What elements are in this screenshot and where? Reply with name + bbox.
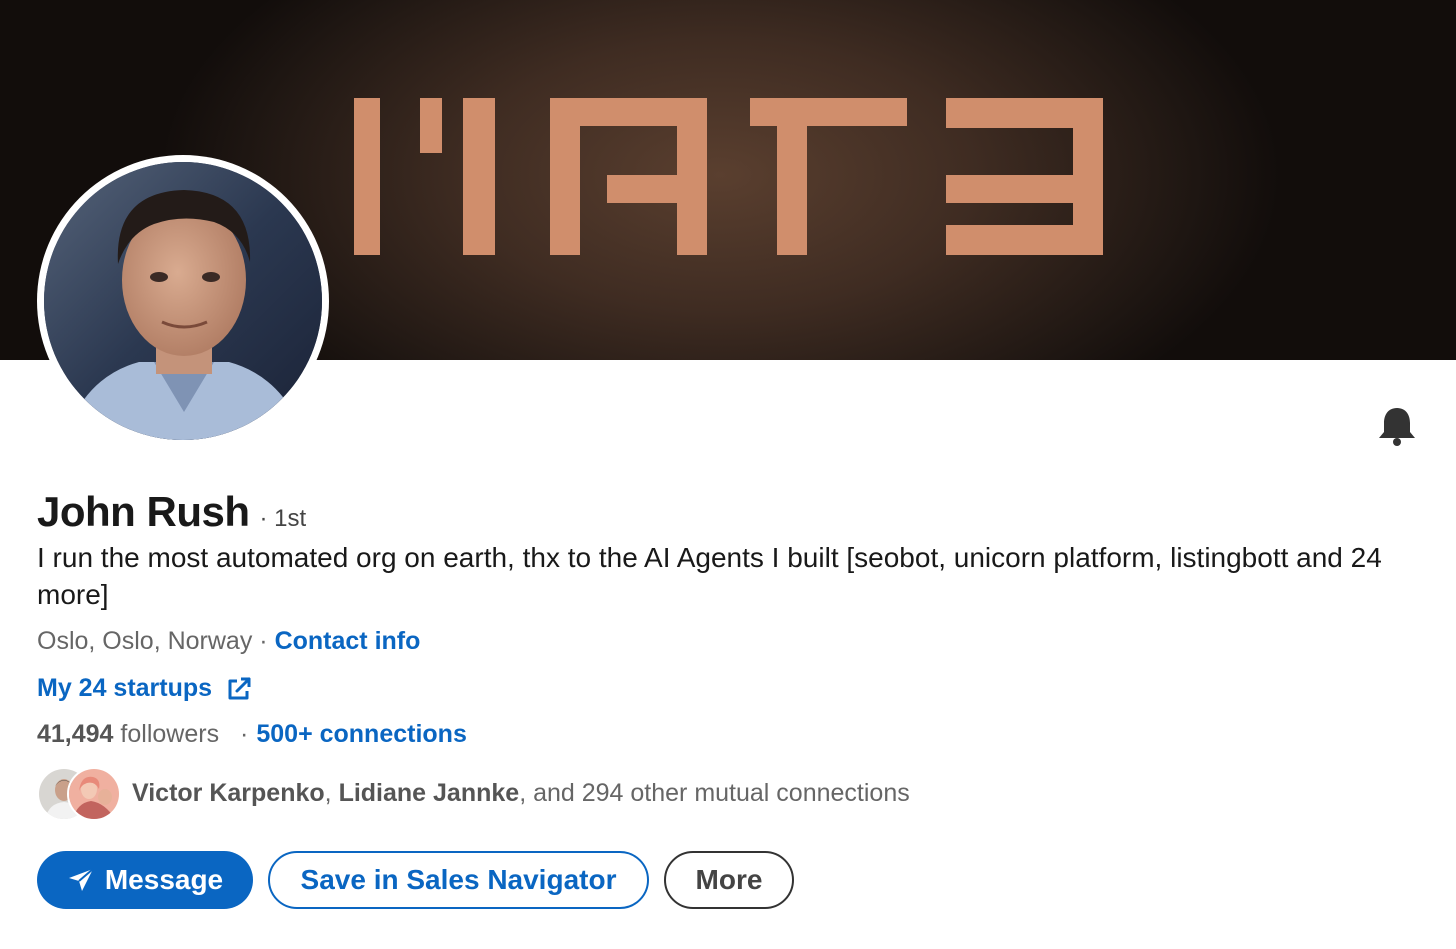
location-separator: ·	[252, 627, 275, 655]
profile-headline: I run the most automated org on earth, t…	[37, 542, 1382, 610]
save-in-sales-navigator-button[interactable]: Save in Sales Navigator	[268, 851, 649, 909]
website-row[interactable]: My 24 startups	[37, 674, 252, 703]
message-button[interactable]: Message	[37, 851, 253, 909]
profile-card: John Rush · 1st I run the most automated…	[0, 0, 1456, 949]
mutual-rest: , and 294 other mutual connections	[519, 778, 910, 807]
stats-row: 41,494 followers · 500+ connections	[37, 720, 467, 749]
connection-degree: · 1st	[259, 505, 307, 532]
followers-count: 41,494	[37, 720, 114, 748]
name-row: John Rush · 1st	[37, 488, 306, 536]
mutual-comma: ,	[324, 778, 339, 807]
profile-name: John Rush	[37, 488, 250, 535]
profile-actions: Message Save in Sales Navigator More	[37, 851, 794, 909]
mutual-connections[interactable]: Victor Karpenko, Lidiane Jannke, and 294…	[37, 766, 910, 821]
more-button-label: More	[695, 864, 763, 895]
external-link-icon	[228, 677, 251, 699]
stats-separator: ·	[240, 720, 249, 748]
more-button[interactable]: More	[664, 851, 794, 909]
profile-photo[interactable]	[37, 155, 329, 447]
location-row: Oslo, Oslo, Norway · Contact info	[37, 627, 420, 656]
followers-label: followers	[120, 720, 220, 748]
save-button-label: Save in Sales Navigator	[300, 864, 617, 895]
mutual-name-2[interactable]: Lidiane Jannke	[339, 779, 520, 807]
profile-location: Oslo, Oslo, Norway	[37, 627, 253, 655]
send-icon	[68, 868, 94, 891]
mutual-name-1[interactable]: Victor Karpenko	[132, 779, 325, 807]
mutual-avatars	[37, 766, 121, 821]
profile-photo-image	[44, 162, 322, 440]
avatar	[67, 767, 121, 821]
connections-link[interactable]: 500+ connections	[256, 720, 467, 748]
contact-info-link[interactable]: Contact info	[275, 627, 421, 655]
message-button-label: Message	[104, 864, 224, 895]
bell-icon[interactable]	[1377, 405, 1417, 447]
website-link[interactable]: My 24 startups	[37, 674, 212, 703]
